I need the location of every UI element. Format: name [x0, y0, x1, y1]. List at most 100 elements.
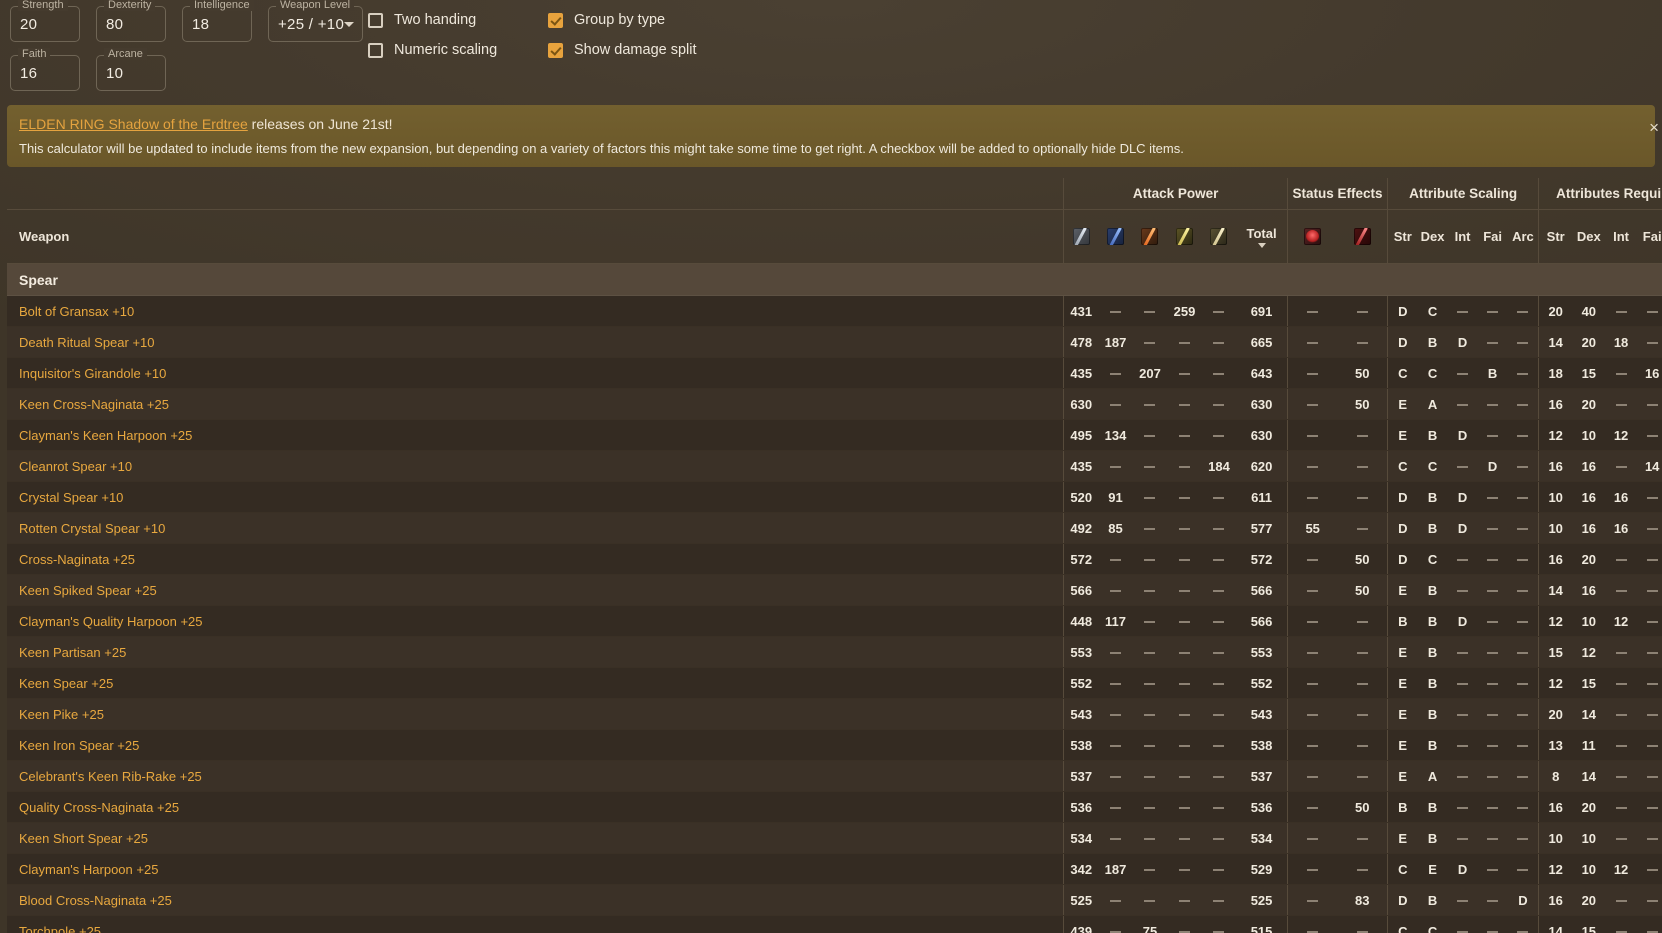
- checkbox-box[interactable]: [368, 42, 383, 58]
- column-header-required-dex[interactable]: Dex: [1572, 209, 1606, 264]
- table-row[interactable]: Keen Spear +25 552 552 E B 12 15: [7, 667, 1662, 699]
- weapon-name-cell[interactable]: Torchpole +25: [7, 915, 1064, 933]
- table-row[interactable]: Clayman's Quality Harpoon +25 448 117 566 B B…: [7, 605, 1662, 637]
- column-header-scaling-int[interactable]: Int: [1447, 209, 1478, 264]
- table-row[interactable]: Rotten Crystal Spear +10 492 85 577 55 D B D 10 1…: [7, 512, 1662, 544]
- table-row[interactable]: Inquisitor's Girandole +10 435 207 643 50 C C B…: [7, 357, 1662, 389]
- weapon-name-cell[interactable]: Cross-Naginata +25: [7, 543, 1064, 575]
- weapon-name-cell[interactable]: Keen Pike +25: [7, 698, 1064, 730]
- checkbox-two-handing[interactable]: Two handing: [368, 12, 548, 28]
- column-header-fire[interactable]: [1132, 209, 1168, 264]
- attack-fire-cell: [1132, 512, 1168, 544]
- weapon-name-cell[interactable]: Clayman's Quality Harpoon +25: [7, 605, 1064, 637]
- weapon-name-cell[interactable]: Keen Cross-Naginata +25: [7, 388, 1064, 420]
- attack-physical-cell: 431: [1063, 295, 1099, 327]
- column-header-physical[interactable]: [1063, 209, 1099, 264]
- field-intelligence[interactable]: Intelligence 18: [182, 0, 254, 42]
- sort-descending-icon: [1257, 242, 1266, 248]
- weapon-name-cell[interactable]: Cleanrot Spear +10: [7, 450, 1064, 482]
- column-header-holy[interactable]: [1201, 209, 1237, 264]
- column-header-weapon[interactable]: Weapon: [7, 209, 1064, 264]
- close-icon[interactable]: ×: [1649, 119, 1659, 136]
- weapon-name-cell[interactable]: Inquisitor's Girandole +10: [7, 357, 1064, 389]
- weapon-name-cell[interactable]: Keen Spear +25: [7, 667, 1064, 699]
- table-row[interactable]: Celebrant's Keen Rib-Rake +25 537 537 E A 8 14: [7, 760, 1662, 792]
- checkbox-numeric-scaling[interactable]: Numeric scaling: [368, 42, 548, 58]
- weapon-name-cell[interactable]: Rotten Crystal Spear +10: [7, 512, 1064, 544]
- required-fai-cell: [1636, 760, 1662, 792]
- checkbox-box[interactable]: [368, 12, 383, 28]
- column-header-poison[interactable]: [1337, 209, 1388, 264]
- column-header-scaling-fai[interactable]: Fai: [1477, 209, 1508, 264]
- weapon-name-cell[interactable]: Clayman's Harpoon +25: [7, 853, 1064, 885]
- field-arcane[interactable]: Arcane 10: [96, 48, 166, 91]
- weapon-table-scroll-area[interactable]: Attack Power Status Effects Attribute Sc…: [7, 178, 1662, 933]
- table-row[interactable]: Clayman's Harpoon +25 342 187 529 C E D 12 10 12: [7, 853, 1662, 885]
- field-weapon-level[interactable]: Weapon Level +25 / +10: [268, 0, 363, 42]
- checkbox-box[interactable]: [548, 12, 563, 28]
- required-fai-cell: [1636, 574, 1662, 606]
- field-dexterity[interactable]: Dexterity 80: [96, 0, 166, 42]
- scaling-fai-cell: [1477, 791, 1508, 823]
- weapon-name-cell[interactable]: Clayman's Keen Harpoon +25: [7, 419, 1064, 451]
- weapon-name-cell[interactable]: Quality Cross-Naginata +25: [7, 791, 1064, 823]
- weapon-name-cell[interactable]: Blood Cross-Naginata +25: [7, 884, 1064, 916]
- chevron-down-icon[interactable]: [344, 22, 354, 27]
- empty-value-dash: [1144, 683, 1156, 686]
- required-dex-cell: 16: [1572, 574, 1606, 606]
- table-row[interactable]: Crystal Spear +10 520 91 611 D B D 10 16 16: [7, 481, 1662, 513]
- table-row[interactable]: Death Ritual Spear +10 478 187 665 D B D 14 20 18: [7, 326, 1662, 358]
- banner-dlc-link[interactable]: ELDEN RING Shadow of the Erdtree: [19, 116, 248, 132]
- empty-value-dash: [1615, 776, 1627, 779]
- column-header-lightning[interactable]: [1167, 209, 1202, 264]
- empty-value-dash: [1646, 714, 1658, 717]
- weapon-name-cell[interactable]: Death Ritual Spear +10: [7, 326, 1064, 358]
- weapon-name-cell[interactable]: Keen Iron Spear +25: [7, 729, 1064, 761]
- column-header-scaling-str[interactable]: Str: [1386, 209, 1418, 264]
- checkbox-show-damage-split[interactable]: Show damage split: [548, 42, 697, 58]
- column-header-magic[interactable]: [1098, 209, 1133, 264]
- banner-headline: ELDEN RING Shadow of the Erdtree release…: [19, 116, 1637, 132]
- status-bleed-cell: [1286, 481, 1338, 513]
- status-poison-cell: [1337, 760, 1388, 792]
- status-poison-cell: [1337, 667, 1388, 699]
- table-row[interactable]: Quality Cross-Naginata +25 536 536 50 B B 16 20: [7, 791, 1662, 823]
- field-weapon-level-label: Weapon Level: [276, 0, 355, 11]
- column-header-scaling-arc[interactable]: Arc: [1507, 209, 1539, 264]
- weapon-name-cell[interactable]: Crystal Spear +10: [7, 481, 1064, 513]
- attack-total-cell: 691: [1236, 295, 1288, 327]
- weapon-name-cell[interactable]: Celebrant's Keen Rib-Rake +25: [7, 760, 1064, 792]
- field-strength[interactable]: Strength 20: [10, 0, 80, 42]
- scaling-dex-cell: B: [1417, 419, 1448, 451]
- column-header-required-fai[interactable]: Fai: [1636, 209, 1662, 264]
- table-row[interactable]: Torchpole +25 439 75 515 C C 14 15: [7, 915, 1662, 933]
- column-header-bleed[interactable]: [1286, 209, 1338, 264]
- table-row[interactable]: Keen Spiked Spear +25 566 566 50 E B 14 16: [7, 574, 1662, 606]
- required-int-cell: [1605, 698, 1637, 730]
- status-bleed-cell: [1286, 574, 1338, 606]
- table-row[interactable]: Keen Short Spear +25 534 534 E B 10 10: [7, 822, 1662, 854]
- table-row[interactable]: Clayman's Keen Harpoon +25 495 134 630 E B D 12…: [7, 419, 1662, 451]
- weapon-name-cell[interactable]: Keen Short Spear +25: [7, 822, 1064, 854]
- table-row[interactable]: Keen Pike +25 543 543 E B 20 14: [7, 698, 1662, 730]
- column-header-required-str[interactable]: Str: [1538, 209, 1573, 264]
- table-row[interactable]: Blood Cross-Naginata +25 525 525 83 D B D 16 20: [7, 884, 1662, 916]
- column-header-required-int[interactable]: Int: [1605, 209, 1637, 264]
- checkbox-group-by-type[interactable]: Group by type: [548, 12, 697, 28]
- required-fai-cell: [1636, 605, 1662, 637]
- table-row[interactable]: Keen Partisan +25 553 553 E B 15 12: [7, 636, 1662, 668]
- checkbox-box[interactable]: [548, 42, 563, 58]
- scaling-arc-cell: [1507, 822, 1539, 854]
- table-row[interactable]: Cleanrot Spear +10 435 184 620 C C D 16 16 14: [7, 450, 1662, 482]
- table-row[interactable]: Keen Cross-Naginata +25 630 630 50 E A 16 20: [7, 388, 1662, 420]
- column-header-total[interactable]: Total: [1236, 209, 1288, 264]
- field-faith[interactable]: Faith 16: [10, 48, 80, 91]
- weapon-name-cell[interactable]: Bolt of Gransax +10: [7, 295, 1064, 327]
- column-header-scaling-dex[interactable]: Dex: [1417, 209, 1448, 264]
- weapon-name-cell[interactable]: Keen Spiked Spear +25: [7, 574, 1064, 606]
- table-row[interactable]: Keen Iron Spear +25 538 538 E B 13 11: [7, 729, 1662, 761]
- weapon-name-cell[interactable]: Keen Partisan +25: [7, 636, 1064, 668]
- empty-value-dash: [1487, 497, 1499, 500]
- table-row[interactable]: Bolt of Gransax +10 431 259 691 D C 20 40: [7, 295, 1662, 327]
- table-row[interactable]: Cross-Naginata +25 572 572 50 D C 16 20: [7, 543, 1662, 575]
